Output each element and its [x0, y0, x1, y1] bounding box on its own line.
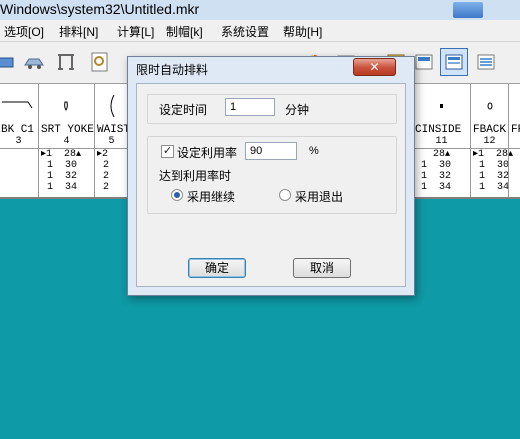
piece-size-rows: ▸1 28▴ 1 30 1 32 1 34	[41, 149, 82, 193]
piece-size-rows: 28▴ 1 30 1 32 1 34	[415, 149, 452, 193]
dialog-body: 设定时间 1 分钟 ✓ 设定利用率 90 % 达到利用率时 采用继续 采用退出 …	[136, 83, 406, 287]
close-icon[interactable]: ✕	[353, 58, 396, 76]
piece-name: FBACK	[473, 124, 507, 136]
view-selected-icon[interactable]	[440, 48, 468, 76]
piece-number: 12	[483, 136, 496, 147]
piece-column[interactable]: FBACK 12 ▸1 28▴ 1 30 1 32 1 34	[470, 84, 514, 197]
continue-radio[interactable]	[171, 189, 183, 201]
piece-number: 3	[15, 136, 22, 147]
menu-bar: 选项[O] 排料[N] 计算[L] 制帽[k] 系统设置 帮助[H]	[0, 20, 520, 42]
ok-button[interactable]: 确定	[188, 258, 246, 278]
time-input[interactable]: 1	[225, 98, 275, 116]
list-icon[interactable]	[472, 48, 500, 76]
timed-auto-marker-dialog: 限时自动排料 ✕ 设定时间 1 分钟 ✓ 设定利用率 90 % 达到利用率时 采…	[127, 56, 415, 296]
utilization-input[interactable]: 90	[245, 142, 297, 160]
reach-utilization-label: 达到利用率时	[159, 169, 232, 183]
continue-radio-label[interactable]: 采用继续	[187, 188, 235, 205]
piece-size-rows: ▸1 28▴ 1 30 1 32 1 34	[473, 149, 514, 193]
magnify-page-icon[interactable]	[86, 48, 114, 76]
piece-shape	[95, 90, 128, 122]
utilization-unit: %	[309, 145, 319, 157]
piece-name: CINSIDE	[415, 124, 462, 136]
piece-shape	[413, 90, 470, 122]
piece-column[interactable]: FR	[508, 84, 520, 197]
cancel-button[interactable]: 取消	[293, 258, 351, 278]
menu-marker[interactable]: 排料[N]	[59, 23, 98, 40]
utilization-label: 设定利用率	[177, 146, 238, 160]
piece-shape	[0, 90, 38, 122]
taskbar-fragment	[453, 2, 483, 18]
piece-size-rows: ▸2 2 2 2	[97, 149, 110, 193]
piece-column[interactable]: CINSIDE 11 28▴ 1 30 1 32 1 34	[412, 84, 470, 197]
exit-radio[interactable]	[279, 189, 291, 201]
menu-help[interactable]: 帮助[H]	[283, 23, 322, 40]
time-label: 设定时间	[159, 103, 208, 117]
dialog-title: 限时自动排料	[136, 63, 209, 77]
window-titlebar: Windows\system32\Untitled.mkr	[0, 0, 520, 20]
time-unit: 分钟	[285, 103, 310, 117]
utilization-checkbox[interactable]: ✓	[161, 145, 174, 158]
car-icon[interactable]	[20, 48, 48, 76]
piece-column[interactable]: BK C1 3	[0, 84, 38, 197]
piece-name: WAIST	[97, 124, 128, 136]
ruler-icon[interactable]	[0, 48, 18, 76]
piece-column[interactable]: SRT YOKE C 4 ▸1 28▴ 1 30 1 32 1 34	[38, 84, 94, 197]
piece-name: BK C1	[1, 124, 35, 136]
menu-options[interactable]: 选项[O]	[4, 23, 44, 40]
menu-system-settings[interactable]: 系统设置	[221, 23, 269, 40]
exit-radio-label[interactable]: 采用退出	[295, 188, 343, 205]
rack-icon[interactable]	[52, 48, 80, 76]
piece-number: 11	[435, 136, 448, 147]
menu-calculate[interactable]: 计算[L]	[117, 23, 154, 40]
menu-cap[interactable]: 制帽[k]	[166, 23, 203, 40]
window-title: Windows\system32\Untitled.mkr	[0, 1, 200, 17]
piece-name: SRT YOKE C	[41, 124, 94, 136]
piece-number: 4	[63, 136, 70, 147]
piece-shape	[39, 90, 94, 122]
piece-name: FR	[511, 124, 520, 136]
piece-shape	[471, 90, 508, 122]
piece-number: 5	[108, 136, 115, 147]
piece-column[interactable]: WAIST 5 ▸2 2 2 2	[94, 84, 128, 197]
